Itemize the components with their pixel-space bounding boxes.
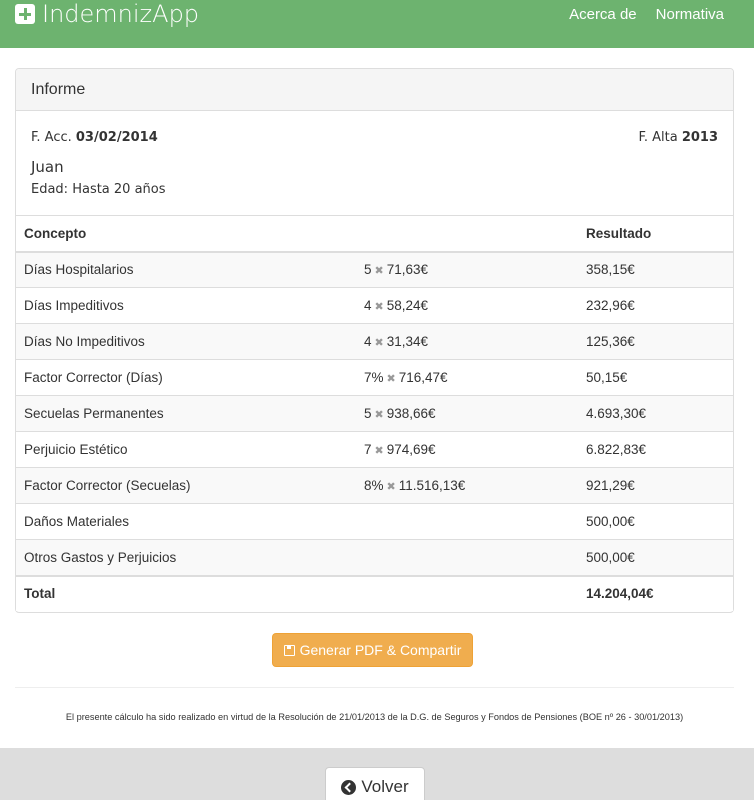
row-calculo	[356, 503, 578, 540]
row-resultado: 125,36€	[578, 323, 733, 360]
circle-chevron-left-icon	[341, 779, 357, 795]
times-icon: ✖	[374, 409, 384, 421]
brand-name: IndemnizApp	[42, 0, 200, 28]
generate-pdf-button[interactable]: Generar PDF & Compartir	[272, 633, 473, 667]
discharge-date-value: 2013	[681, 130, 718, 145]
header-resultado: Resultado	[578, 215, 733, 253]
report-info: F. Acc. 03/02/2014 F. Alta 2013 Juan Eda…	[16, 111, 733, 215]
table-row: Días Hospitalarios 5 ✖ 71,63€ 358,15€	[16, 251, 733, 288]
row-concepto: Perjuicio Estético	[16, 431, 356, 468]
row-calculo: 7 ✖ 974,69€	[356, 431, 578, 468]
row-qty: 7%	[364, 370, 384, 385]
row-resultado: 232,96€	[578, 287, 733, 324]
results-table: Concepto Resultado Días Hospitalarios 5 ✖ 7…	[16, 215, 733, 611]
row-resultado: 50,15€	[578, 359, 733, 396]
table-body: Días Hospitalarios 5 ✖ 71,63€ 358,15€ Días Im…	[16, 251, 733, 611]
row-resultado: 4.693,30€	[578, 395, 733, 432]
row-concepto: Días Impeditivos	[16, 287, 356, 324]
row-calculo	[356, 539, 578, 576]
row-qty: 5	[364, 406, 372, 421]
row-concepto: Otros Gastos y Perjuicios	[16, 539, 356, 576]
times-icon: ✖	[374, 337, 384, 349]
row-qty: 7	[364, 442, 372, 457]
header-calculo	[356, 215, 578, 253]
header-concepto: Concepto	[16, 215, 356, 253]
row-unit-price: 58,24€	[386, 298, 429, 313]
nav-link-acerca-de[interactable]: Acerca de	[569, 6, 637, 23]
divider	[15, 687, 734, 688]
row-calculo: 4 ✖ 31,34€	[356, 323, 578, 360]
row-resultado: 500,00€	[578, 539, 733, 576]
table-row: Factor Corrector (Días) 7% ✖ 716,47€ 50,15€	[16, 359, 733, 396]
times-icon: ✖	[374, 265, 384, 278]
table-row: Días No Impeditivos 4 ✖ 31,34€ 125,36€	[16, 323, 733, 360]
row-concepto: Días No Impeditivos	[16, 323, 356, 360]
row-resultado: 6.822,83€	[578, 431, 733, 468]
table-row: Otros Gastos y Perjuicios 500,00€	[16, 539, 733, 576]
back-button[interactable]: Volver	[325, 767, 425, 800]
total-empty	[356, 574, 578, 611]
row-calculo: 5 ✖ 938,66€	[356, 395, 578, 432]
row-calculo: 5 ✖ 71,63€	[356, 251, 578, 288]
row-calculo: 8% ✖ 11.516,13€	[356, 467, 578, 504]
floppy-disk-icon	[283, 644, 295, 656]
row-unit-price: 716,47€	[398, 370, 448, 385]
discharge-date-label: F. Alta	[638, 130, 678, 145]
panel-heading: Informe	[16, 69, 733, 111]
times-icon: ✖	[374, 445, 384, 457]
generate-pdf-label: Generar PDF & Compartir	[299, 642, 462, 658]
row-concepto: Factor Corrector (Secuelas)	[16, 467, 356, 504]
table-row: Perjuicio Estético 7 ✖ 974,69€ 6.822,83€	[16, 431, 733, 468]
nav-link-normativa[interactable]: Normativa	[656, 6, 724, 23]
nav-links: Acerca de Normativa	[569, 0, 724, 28]
person-name: Juan	[31, 158, 64, 176]
accident-date: F. Acc. 03/02/2014	[31, 130, 158, 145]
row-unit-price: 31,34€	[386, 334, 429, 349]
table-row: Factor Corrector (Secuelas) 8% ✖ 11.516,13€…	[16, 467, 733, 504]
age-range: Edad: Hasta 20 años	[31, 182, 166, 197]
discharge-date: F. Alta 2013	[638, 130, 718, 145]
row-resultado: 500,00€	[578, 503, 733, 540]
times-icon: ✖	[386, 481, 396, 493]
times-icon: ✖	[374, 301, 384, 313]
row-resultado: 921,29€	[578, 467, 733, 504]
row-unit-price: 11.516,13€	[398, 478, 466, 493]
accident-date-label: F. Acc.	[31, 130, 72, 145]
row-concepto: Secuelas Permanentes	[16, 395, 356, 432]
total-value: 14.204,04€	[578, 574, 733, 611]
legal-footnote: El presente cálculo ha sido realizado en…	[65, 712, 684, 722]
row-qty: 5	[364, 262, 372, 278]
times-icon: ✖	[386, 373, 396, 385]
row-resultado: 358,15€	[578, 251, 733, 288]
row-calculo: 4 ✖ 58,24€	[356, 287, 578, 324]
table-row: Daños Materiales 500,00€	[16, 503, 733, 540]
row-calculo: 7% ✖ 716,47€	[356, 359, 578, 396]
row-unit-price: 938,66€	[386, 406, 436, 421]
brand[interactable]: IndemnizApp	[15, 0, 199, 28]
navbar: IndemnizApp Acerca de Normativa	[0, 0, 754, 48]
row-concepto: Daños Materiales	[16, 503, 356, 540]
row-qty: 8%	[364, 478, 384, 493]
accident-date-value: 03/02/2014	[75, 130, 158, 145]
row-concepto: Factor Corrector (Días)	[16, 359, 356, 396]
row-qty: 4	[364, 298, 372, 313]
plus-square-icon	[15, 4, 35, 24]
back-button-label: Volver	[361, 777, 409, 796]
table-header-row: Concepto Resultado	[16, 215, 733, 253]
total-label: Total	[16, 574, 356, 611]
table-row: Días Impeditivos 4 ✖ 58,24€ 232,96€	[16, 287, 733, 324]
row-concepto: Días Hospitalarios	[16, 251, 356, 288]
row-qty: 4	[364, 334, 372, 349]
total-row: Total 14.204,04€	[16, 574, 733, 611]
table-row: Secuelas Permanentes 5 ✖ 938,66€ 4.693,30€	[16, 395, 733, 432]
report-panel: Informe F. Acc. 03/02/2014 F. Alta 2013 …	[15, 68, 734, 613]
row-unit-price: 71,63€	[386, 262, 429, 278]
row-unit-price: 974,69€	[386, 442, 436, 457]
